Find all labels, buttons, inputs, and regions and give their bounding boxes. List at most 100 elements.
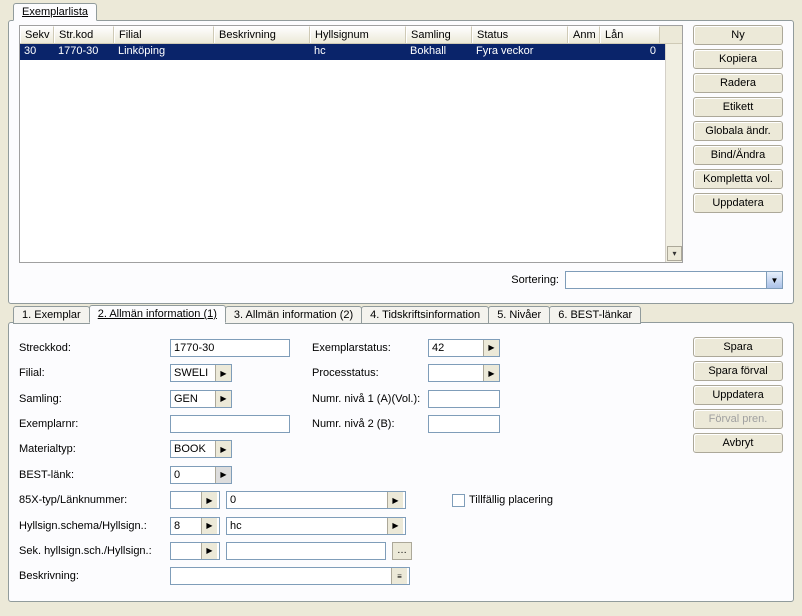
x85x-b-combo[interactable]: ▶	[226, 491, 406, 509]
avbryt-button[interactable]: Avbryt	[693, 433, 783, 453]
processtatus-label: Processtatus:	[312, 367, 422, 379]
forval-pren-button: Förval pren.	[693, 409, 783, 429]
hyllsign-a-input[interactable]	[171, 518, 201, 534]
bind-andra-button[interactable]: Bind/Ändra	[693, 145, 783, 165]
chevron-right-icon[interactable]: ▶	[215, 365, 231, 381]
chevron-right-icon[interactable]: ▶	[215, 391, 231, 407]
chevron-right-icon[interactable]: ▶	[201, 518, 217, 534]
exemplarnr-label: Exemplarnr:	[19, 418, 164, 430]
cell-anm	[568, 44, 600, 60]
table-body[interactable]: 30 1770-30 Linköping hc Bokhall Fyra vec…	[20, 44, 682, 262]
kompletta-vol-button[interactable]: Kompletta vol.	[693, 169, 783, 189]
radera-button[interactable]: Radera	[693, 73, 783, 93]
col-samling[interactable]: Samling	[406, 26, 472, 43]
cell-status: Fyra veckor	[472, 44, 568, 60]
chevron-right-icon[interactable]: ▶	[483, 365, 499, 381]
processtatus-input[interactable]	[429, 365, 483, 381]
vertical-scrollbar[interactable]: ▾	[665, 44, 682, 262]
filial-input[interactable]	[171, 365, 215, 381]
spara-forval-button[interactable]: Spara förval	[693, 361, 783, 381]
col-sekv[interactable]: Sekv	[20, 26, 54, 43]
sort-dropdown[interactable]: ▼	[565, 271, 783, 289]
chevron-right-icon[interactable]: ▶	[483, 340, 499, 356]
bestlank-combo[interactable]: ▶	[170, 466, 232, 484]
detail-panel: 1. Exemplar 2. Allmän information (1) 3.…	[8, 322, 794, 602]
uppdatera-button-2[interactable]: Uppdatera	[693, 385, 783, 405]
streckkod-label: Streckkod:	[19, 342, 164, 354]
globala-andr-button[interactable]: Globala ändr.	[693, 121, 783, 141]
beskrivning-input[interactable]	[171, 568, 391, 584]
cell-hyllsignum: hc	[310, 44, 406, 60]
exemplar-table: Sekv Str.kod Filial Beskrivning Hyllsign…	[19, 25, 683, 263]
bottom-button-column: Spara Spara förval Uppdatera Förval pren…	[693, 327, 783, 587]
beskrivning-label: Beskrivning:	[19, 570, 164, 582]
x85x-a-input[interactable]	[171, 492, 201, 508]
ny-button[interactable]: Ny	[693, 25, 783, 45]
tab-exemplar[interactable]: 1. Exemplar	[13, 306, 90, 324]
list-icon[interactable]: ≡	[391, 568, 407, 584]
sekhyll-b-input[interactable]	[226, 542, 386, 560]
numr2-input[interactable]	[428, 415, 500, 433]
hyllsign-a-combo[interactable]: ▶	[170, 517, 220, 535]
table-header: Sekv Str.kod Filial Beskrivning Hyllsign…	[20, 26, 682, 44]
chevron-right-icon[interactable]: ▶	[215, 441, 231, 457]
top-tab-strip: Exemplarlista	[13, 3, 96, 21]
sekhyll-label: Sek. hyllsign.sch./Hyllsign.:	[19, 545, 164, 557]
streckkod-input[interactable]	[170, 339, 290, 357]
col-strkod[interactable]: Str.kod	[54, 26, 114, 43]
hyllsign-b-input[interactable]	[227, 518, 387, 534]
browse-button[interactable]: …	[392, 542, 412, 560]
spara-button[interactable]: Spara	[693, 337, 783, 357]
x85x-label: 85X-typ/Länknummer:	[19, 494, 164, 506]
samling-combo[interactable]: ▶	[170, 390, 232, 408]
col-status[interactable]: Status	[472, 26, 568, 43]
x85x-a-combo[interactable]: ▶	[170, 491, 220, 509]
tab-allman-info-2[interactable]: 3. Allmän information (2)	[225, 306, 362, 324]
samling-input[interactable]	[171, 391, 215, 407]
tab-exemplarlista-label: Exemplarlista	[22, 6, 88, 18]
beskrivning-combo[interactable]: ≡	[170, 567, 410, 585]
col-anm[interactable]: Anm	[568, 26, 600, 43]
kopiera-button[interactable]: Kopiera	[693, 49, 783, 69]
chevron-right-icon[interactable]: ▶	[387, 492, 403, 508]
chevron-right-icon[interactable]: ▶	[387, 518, 403, 534]
tillfallig-label: Tillfällig placering	[469, 494, 553, 506]
uppdatera-button[interactable]: Uppdatera	[693, 193, 783, 213]
col-lan[interactable]: Lån	[600, 26, 660, 43]
samling-label: Samling:	[19, 393, 164, 405]
tab-allman-info-1[interactable]: 2. Allmän information (1)	[89, 305, 226, 323]
materialtyp-combo[interactable]: ▶	[170, 440, 232, 458]
filial-combo[interactable]: ▶	[170, 364, 232, 382]
table-row[interactable]: 30 1770-30 Linköping hc Bokhall Fyra vec…	[20, 44, 682, 60]
cell-beskrivning	[214, 44, 310, 60]
tillfallig-placering-checkbox[interactable]: Tillfällig placering	[452, 494, 553, 507]
etikett-button[interactable]: Etikett	[693, 97, 783, 117]
tab-exemplarlista[interactable]: Exemplarlista	[13, 3, 97, 21]
chevron-down-icon[interactable]: ▼	[766, 272, 782, 288]
chevron-right-icon[interactable]: ▶	[201, 543, 217, 559]
sort-input[interactable]	[566, 272, 766, 288]
col-beskrivning[interactable]: Beskrivning	[214, 26, 310, 43]
tab-tidskriftsinformation[interactable]: 4. Tidskriftsinformation	[361, 306, 489, 324]
sekhyll-a-combo[interactable]: ▶	[170, 542, 220, 560]
exemplarnr-input[interactable]	[170, 415, 290, 433]
chevron-right-icon[interactable]: ▶	[201, 492, 217, 508]
col-filial[interactable]: Filial	[114, 26, 214, 43]
exemplarstatus-combo[interactable]: ▶	[428, 339, 500, 357]
cell-lan: 0	[600, 44, 660, 60]
chevron-right-icon[interactable]: ▶	[215, 467, 231, 483]
x85x-b-input[interactable]	[227, 492, 387, 508]
bestlank-input[interactable]	[171, 467, 215, 483]
scroll-down-icon[interactable]: ▾	[667, 246, 682, 261]
col-hyllsignum[interactable]: Hyllsignum	[310, 26, 406, 43]
tab-nivaer[interactable]: 5. Nivåer	[488, 306, 550, 324]
tab-best-lankar[interactable]: 6. BEST-länkar	[549, 306, 641, 324]
exemplar-list-panel: Exemplarlista Sekv Str.kod Filial Beskri…	[8, 20, 794, 304]
sekhyll-a-input[interactable]	[171, 543, 201, 559]
form-columns: Streckkod: Exemplarstatus: ▶ Filial: ▶ P…	[19, 327, 683, 587]
exemplarstatus-input[interactable]	[429, 340, 483, 356]
hyllsign-b-combo[interactable]: ▶	[226, 517, 406, 535]
materialtyp-input[interactable]	[171, 441, 215, 457]
numr1-input[interactable]	[428, 390, 500, 408]
processtatus-combo[interactable]: ▶	[428, 364, 500, 382]
